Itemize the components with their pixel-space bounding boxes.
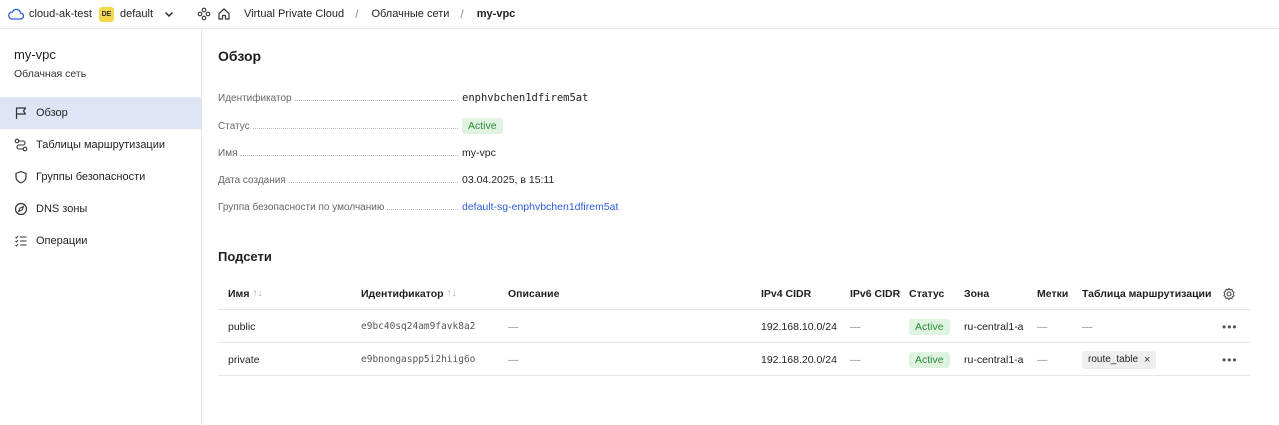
sidebar-item-label: Группы безопасности	[36, 171, 146, 183]
subnet-labels: —	[1037, 353, 1048, 366]
settings-gear-icon[interactable]	[1222, 277, 1236, 310]
main-content: Обзор Идентификатор enphvbchen1dfirem5at…	[203, 29, 1279, 425]
column-id[interactable]: Идентификатор ↑↓	[361, 277, 457, 310]
route-icon	[14, 138, 28, 152]
flag-icon	[14, 106, 28, 120]
sidebar-item-label: DNS зоны	[36, 203, 88, 215]
property-label: Статус	[218, 120, 250, 132]
home-icon[interactable]	[217, 7, 231, 21]
column-description: Описание	[508, 287, 560, 300]
subnet-description: —	[508, 353, 519, 366]
subnet-id: e9bc40sq24am9favk8a2	[361, 321, 476, 332]
column-zone: Зона	[964, 287, 990, 300]
property-status: Статус Active	[218, 117, 638, 135]
services-icon[interactable]	[197, 7, 211, 21]
sidebar-item-overview[interactable]: Обзор	[0, 97, 202, 129]
sidebar-item-label: Операции	[36, 235, 88, 247]
column-ipv4: IPv4 CIDR	[761, 287, 812, 300]
breadcrumb-vpc[interactable]: Virtual Private Cloud	[244, 8, 344, 20]
subnet-ipv4: 192.168.10.0/24	[761, 320, 837, 333]
sidebar-title: my-vpc	[14, 47, 56, 62]
column-ipv6: IPv6 CIDR	[850, 287, 901, 300]
subnet-zone: ru-central1-a	[964, 320, 1024, 333]
sidebar-item-security-groups[interactable]: Группы безопасности	[0, 161, 202, 193]
sidebar-item-operations[interactable]: Операции	[0, 225, 202, 257]
column-status: Статус	[909, 287, 945, 300]
top-bar: cloud-ak-test DE default Virtual Private…	[0, 0, 1279, 29]
property-value: 03.04.2025, в 15:11	[462, 174, 555, 186]
remove-tag-icon[interactable]: ×	[1144, 354, 1150, 366]
subnet-ipv6: —	[850, 353, 861, 366]
status-badge: Active	[462, 118, 503, 134]
breadcrumb-separator: /	[355, 7, 359, 21]
page-title: Обзор	[218, 48, 262, 64]
folder-name[interactable]: default	[120, 8, 153, 20]
sort-icon[interactable]: ↑↓	[447, 288, 457, 299]
property-label: Имя	[218, 147, 238, 159]
subnet-ipv4: 192.168.20.0/24	[761, 353, 837, 366]
subnet-labels: —	[1037, 320, 1048, 333]
property-name: Имя my-vpc	[218, 144, 638, 162]
sidebar-subtitle: Облачная сеть	[14, 68, 87, 80]
status-badge: Active	[909, 318, 950, 335]
list-check-icon	[14, 234, 28, 248]
folder-badge: DE	[98, 6, 114, 22]
subnets-title: Подсети	[218, 249, 272, 264]
sidebar-item-route-tables[interactable]: Таблицы маршрутизации	[0, 129, 202, 161]
column-route-table: Таблица маршрутизации	[1082, 287, 1212, 300]
property-created: Дата создания 03.04.2025, в 15:11	[218, 171, 638, 189]
property-label: Идентификатор	[218, 92, 292, 104]
table-row[interactable]: public e9bc40sq24am9favk8a2 — 192.168.10…	[218, 310, 1250, 343]
sidebar: my-vpc Облачная сеть Обзор Таблицы маршр…	[0, 29, 202, 425]
column-name[interactable]: Имя ↑↓	[228, 277, 262, 310]
property-default-sg: Группа безопасности по умолчанию default…	[218, 198, 638, 216]
chevron-down-icon[interactable]	[163, 8, 175, 20]
cloud-name[interactable]: cloud-ak-test	[29, 8, 92, 20]
table-row[interactable]: private e9bnongaspp5i2hiig6o — 192.168.2…	[218, 343, 1250, 376]
compass-icon	[14, 202, 28, 216]
cloud-icon[interactable]	[8, 8, 24, 20]
sidebar-item-dns-zones[interactable]: DNS зоны	[0, 193, 202, 225]
row-actions-icon[interactable]: •••	[1222, 310, 1238, 343]
property-value: my-vpc	[462, 147, 496, 159]
subnet-route-table: —	[1082, 320, 1093, 333]
row-actions-icon[interactable]: •••	[1222, 343, 1238, 376]
subnet-name: public	[228, 320, 256, 333]
property-value: enphvbchen1dfirem5at	[462, 92, 589, 104]
subnet-description: —	[508, 320, 519, 333]
status-badge: Active	[909, 351, 950, 368]
table-header: Имя ↑↓ Идентификатор ↑↓ Описание IPv4 CIDR…	[218, 277, 1250, 310]
sidebar-item-label: Обзор	[36, 107, 68, 119]
subnet-name: private	[228, 353, 260, 366]
subnet-ipv6: —	[850, 320, 861, 333]
route-table-tag[interactable]: route_table ×	[1082, 350, 1157, 369]
breadcrumb-networks[interactable]: Облачные сети	[371, 8, 449, 20]
shield-icon	[14, 170, 28, 184]
column-labels: Метки	[1037, 287, 1069, 300]
subnet-zone: ru-central1-a	[964, 353, 1024, 366]
sidebar-item-label: Таблицы маршрутизации	[36, 139, 166, 151]
default-security-group-link[interactable]: default-sg-enphvbchen1dfirem5at	[462, 201, 618, 213]
subnet-id: e9bnongaspp5i2hiig6o	[361, 354, 476, 365]
property-label: Группа безопасности по умолчанию	[218, 201, 385, 213]
breadcrumb-current: my-vpc	[476, 8, 516, 20]
property-label: Дата создания	[218, 174, 286, 186]
sort-icon[interactable]: ↑↓	[252, 288, 262, 299]
breadcrumb-separator: /	[460, 7, 464, 21]
property-id: Идентификатор enphvbchen1dfirem5at	[218, 89, 638, 107]
